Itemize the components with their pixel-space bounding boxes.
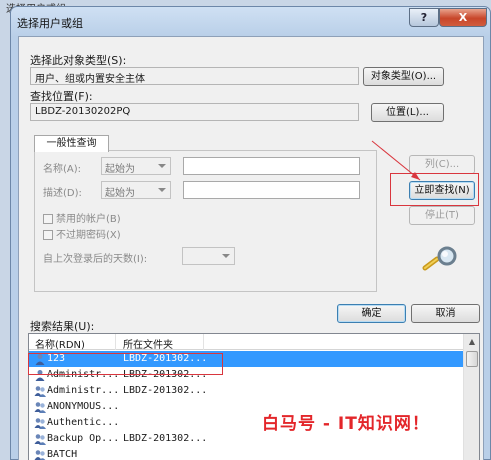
results-header: 名称(RDN) 所在文件夹 — [29, 334, 463, 351]
find-now-button[interactable]: 立即查找(N) — [409, 181, 475, 200]
checkbox-box — [43, 214, 53, 224]
group-icon — [34, 386, 46, 397]
tab-common-queries[interactable]: 一般性查询 — [34, 135, 109, 152]
row-name: Backup Op... — [47, 433, 120, 444]
row-name: BATCH — [47, 449, 78, 460]
title-bar: 选择用户或组 ? X — [11, 7, 490, 37]
name-input[interactable] — [183, 157, 360, 175]
non-expiring-password-label: 不过期密码(X) — [56, 230, 121, 241]
results-scrollbar[interactable]: ▲ — [463, 334, 479, 460]
column-divider — [115, 334, 116, 350]
object-type-field: 用户、组或内置安全主体 — [30, 67, 359, 85]
row-folder: LBDZ-201302... — [123, 433, 208, 444]
column-header-folder[interactable]: 所在文件夹 — [123, 336, 173, 351]
group-icon — [34, 434, 46, 445]
select-users-dialog: 选择用户或组 ? X 选择此对象类型(S): 用户、组或内置安全主体 对象类型(… — [10, 6, 491, 460]
description-label: 描述(D): — [43, 188, 82, 199]
search-magnifier-icon — [422, 246, 457, 271]
chevron-down-icon — [158, 164, 166, 168]
description-mode-select[interactable]: 起始为 — [101, 181, 171, 199]
description-input[interactable] — [183, 181, 360, 199]
disabled-accounts-label: 禁用的帐户(B) — [56, 214, 121, 225]
stop-button[interactable]: 停止(T) — [409, 206, 475, 225]
search-results-label: 搜索结果(U): — [30, 320, 95, 333]
chevron-down-icon — [222, 254, 230, 258]
chevron-down-icon — [158, 188, 166, 192]
row-name: Authentic... — [47, 417, 120, 428]
ok-button[interactable]: 确定 — [337, 304, 406, 323]
disabled-accounts-checkbox[interactable]: 禁用的帐户(B) — [43, 210, 121, 225]
row-folder: LBDZ-201302... — [123, 385, 208, 396]
scroll-up-icon[interactable]: ▲ — [465, 335, 479, 349]
row-name: Administr... — [47, 385, 120, 396]
help-button[interactable]: ? — [409, 8, 439, 27]
non-expiring-password-checkbox[interactable]: 不过期密码(X) — [43, 226, 121, 241]
description-mode-value: 起始为 — [105, 188, 135, 199]
columns-button[interactable]: 列(C)... — [409, 155, 475, 174]
location-field: LBDZ-20130202PQ — [30, 103, 359, 121]
days-since-logon-label: 自上次登录后的天数(I): — [43, 254, 148, 265]
object-types-button[interactable]: 对象类型(O)... — [363, 67, 444, 86]
watermark-text: 白马号 - IT知识网！ — [262, 414, 430, 434]
annotation-box-selected-row — [28, 353, 223, 375]
group-icon — [34, 418, 46, 429]
scroll-thumb[interactable] — [466, 351, 478, 367]
location-label: 查找位置(F): — [30, 90, 93, 103]
dialog-client-area: 选择此对象类型(S): 用户、组或内置安全主体 对象类型(O)... 查找位置(… — [18, 36, 484, 460]
checkbox-box — [43, 230, 53, 240]
group-icon — [34, 402, 46, 413]
days-since-logon-select[interactable] — [182, 247, 235, 265]
table-row[interactable]: Administr... LBDZ-201302... — [29, 383, 463, 399]
column-divider — [203, 334, 204, 350]
group-icon — [34, 450, 46, 460]
dialog-title: 选择用户或组 — [17, 17, 83, 30]
locations-button[interactable]: 位置(L)... — [371, 103, 444, 122]
name-mode-value: 起始为 — [105, 164, 135, 175]
name-mode-select[interactable]: 起始为 — [101, 157, 171, 175]
cancel-button[interactable]: 取消 — [411, 304, 480, 323]
row-name: ANONYMOUS... — [47, 401, 120, 412]
column-header-name[interactable]: 名称(RDN) — [35, 336, 85, 351]
table-row[interactable]: BATCH — [29, 447, 463, 460]
close-button[interactable]: X — [439, 8, 487, 27]
object-type-label: 选择此对象类型(S): — [30, 54, 127, 67]
name-label: 名称(A): — [43, 164, 82, 175]
